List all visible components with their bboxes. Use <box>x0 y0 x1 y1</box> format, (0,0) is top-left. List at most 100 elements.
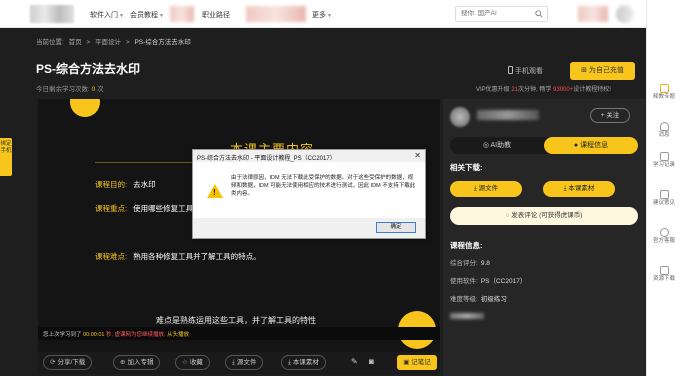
follow-button[interactable]: + 关注 <box>590 108 630 123</box>
vip-promo-text: VIP优惠升级 21次分钟, 畅学 93000+设计教程特权! <box>476 84 611 93</box>
phone-icon <box>508 66 513 74</box>
mobile-watch-button[interactable]: 手机观看 <box>508 66 543 76</box>
resume-time: 00:00:01 <box>83 332 105 338</box>
breadcrumb-separator: > <box>86 39 91 46</box>
user-avatar[interactable] <box>616 5 634 23</box>
sidebar-item-messages[interactable]: 消息 <box>647 122 680 139</box>
sidebar-item-topics[interactable]: 释教专题 <box>647 84 680 101</box>
nav-software-intro[interactable]: 软件入门▼ <box>90 10 124 20</box>
download-material-button[interactable]: ⤓ 本课素材 <box>543 181 615 197</box>
resume-bar: 您上次学习到了 00:00:01 秒, 虚课网为您继续播放, 从头播放 <box>38 327 440 340</box>
resume-mid: 秒, 虚课网为您继续播放, <box>106 332 166 338</box>
button-label: 记笔记 <box>411 359 431 366</box>
sidebar-label: 官方客服 <box>652 238 675 244</box>
sidebar-label: 消息 <box>658 132 670 138</box>
database-icon <box>659 266 669 275</box>
button-label: 源文件 <box>478 185 499 192</box>
site-logo[interactable] <box>30 5 74 23</box>
info-value: 初级练习 <box>480 296 507 303</box>
restart-link[interactable]: 从头播放 <box>167 332 189 338</box>
course-info-title: 课程信息: <box>450 241 483 250</box>
take-notes-button[interactable]: ▣ 记笔记 <box>397 355 437 370</box>
button-label: 本课素材 <box>568 185 595 192</box>
page-title: PS-综合方法去水印 <box>36 62 141 76</box>
resume-prefix: 您上次学习到了 <box>43 332 82 338</box>
tab-ai-assistant[interactable]: ◎ AI助教 <box>450 137 544 154</box>
row-value: 使用哪些修复工具 <box>133 204 194 213</box>
sidebar-label: 建议意见 <box>652 200 675 206</box>
row-value: 熟用各种修复工具并了解工具的特点。 <box>133 252 261 261</box>
download-icon: ⤓ <box>563 185 567 192</box>
post-comment-button[interactable]: ◌ 发表评论 (可获得虎课币) <box>450 207 638 225</box>
star-icon: ☆ <box>182 359 188 366</box>
breadcrumb-graphic-design[interactable]: 平面设计 <box>95 39 121 46</box>
topic-icon <box>659 84 669 93</box>
add-album-button[interactable]: ⊕ 加入专辑 <box>113 355 161 370</box>
info-label: 使用软件: <box>450 278 478 285</box>
chevron-down-icon: ▼ <box>327 13 332 19</box>
tab-label: 课程信息 <box>580 142 609 149</box>
mobile-watch-label: 手机观看 <box>515 68 543 75</box>
chevron-down-icon: ▼ <box>159 13 164 19</box>
info-rating: 综合评分: 9.8 <box>450 257 490 267</box>
ok-button[interactable]: 确定 <box>376 222 416 233</box>
sidebar-item-download[interactable]: 资源下载 <box>647 266 680 283</box>
vip-text-count: 93000+ <box>553 87 574 93</box>
resume-text: 您上次学习到了 00:00:01 秒, 虚课网为您继续播放, 从头播放 <box>43 330 189 338</box>
nav-banner-blurred[interactable] <box>170 6 194 22</box>
course-material-button[interactable]: ⤓ 本课素材 <box>281 355 326 370</box>
search-icon[interactable] <box>535 10 543 18</box>
vip-recharge-button[interactable]: ⊞ 为自己充值 <box>570 62 635 80</box>
study-count-value: 0 <box>91 86 96 93</box>
nav-label: 职业路径 <box>202 12 230 19</box>
share-icon: ⟳ <box>50 359 56 366</box>
search-input[interactable] <box>461 10 531 17</box>
nav-banner-blurred[interactable] <box>246 6 306 22</box>
tab-course-info[interactable]: ● 课程信息 <box>544 137 638 154</box>
button-label: 分享/下载 <box>57 359 86 366</box>
download-icon: ⤓ <box>473 185 477 192</box>
info-value: 9.8 <box>480 260 490 267</box>
sidebar-item-feedback[interactable]: 建议意见 <box>647 190 680 207</box>
bind-phone-label: 绑定手机 <box>0 141 12 154</box>
info-difficulty: 难度等级: 初级练习 <box>450 293 507 303</box>
comment-icon: ◌ <box>505 212 510 219</box>
sidebar-item-service[interactable]: 官方客服 <box>647 228 680 245</box>
close-icon[interactable]: ✕ <box>414 151 421 160</box>
plus-icon: ⊕ <box>120 359 126 366</box>
sidebar-item-history[interactable]: 学习记录 <box>647 152 680 169</box>
video-row-difficulty: 课程难点: 熟用各种修复工具并了解工具的特点。 <box>95 251 261 262</box>
row-value: 去水印 <box>133 180 156 189</box>
teacher-avatar[interactable] <box>450 107 470 127</box>
nav-label: 软件入门 <box>90 12 118 19</box>
bind-phone-tab[interactable]: 绑定手机 <box>0 138 12 176</box>
teacher-name-blurred[interactable] <box>477 110 539 120</box>
button-label: 发表评论 (可获得虎课币) <box>511 212 583 219</box>
nav-label: 更多 <box>312 12 326 19</box>
vip-text-part: 设计教程特权! <box>573 87 611 93</box>
vip-text-part: VIP优惠升级 <box>476 87 510 93</box>
search-box[interactable] <box>455 6 548 22</box>
source-file-button[interactable]: ⤓ 源文件 <box>225 355 264 370</box>
nav-career-path[interactable]: 职业路径 <box>202 10 230 20</box>
top-nav: 软件入门▼ 会员教程▼ 职业路径 更多▼ <box>0 0 646 28</box>
info-software: 使用软件: PS（CC2017） <box>450 275 526 285</box>
dialog-message: 由于法律原因，IDM 无法下载此受保护的数据。对于这些受保护的数据，视频和数据，… <box>231 175 416 197</box>
button-label: 本课素材 <box>292 359 319 366</box>
breadcrumb-home[interactable]: 首页 <box>69 39 82 46</box>
download-source-button[interactable]: ⤓ 源文件 <box>450 181 522 197</box>
history-icon <box>659 152 669 161</box>
camera-icon[interactable]: ◙ <box>369 357 374 366</box>
button-label: 加入专辑 <box>127 359 154 366</box>
edit-icon <box>659 190 669 199</box>
nav-more[interactable]: 更多▼ <box>312 10 332 20</box>
chevron-down-icon: ▼ <box>119 13 124 19</box>
nav-member-tutorial[interactable]: 会员教程▼ <box>130 10 164 20</box>
share-download-button[interactable]: ⟳ 分享/下载 <box>43 355 93 370</box>
course-side-panel: + 关注 ◎ AI助教 ● 课程信息 相关下载: ⤓ 源文件 ⤓ 本课素材 ◌ … <box>443 99 646 376</box>
favorite-button[interactable]: ☆ 收藏 <box>175 355 210 370</box>
right-sidebar: 释教专题 消息 学习记录 建议意见 官方客服 资源下载 <box>646 0 680 376</box>
user-promo-blurred[interactable] <box>578 6 608 22</box>
related-downloads-title: 相关下载: <box>450 163 483 172</box>
pen-icon[interactable]: ✎ <box>351 357 358 366</box>
